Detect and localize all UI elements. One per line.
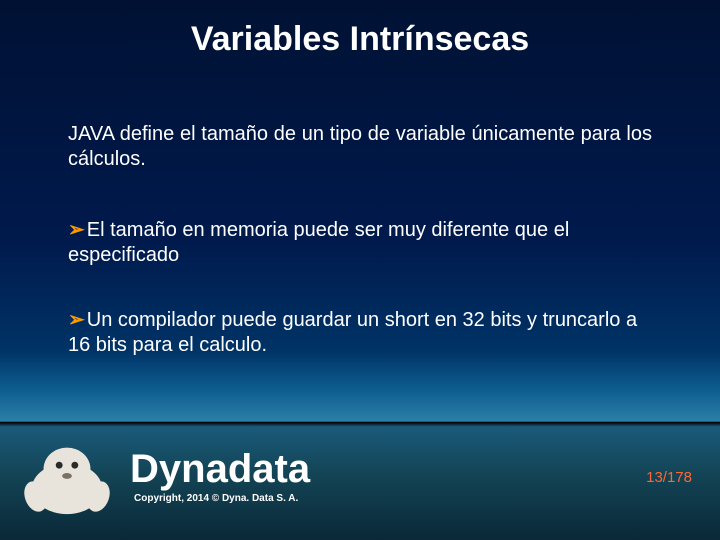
mascot-icon xyxy=(18,430,116,518)
bullet-item-1: ➢El tamaño en memoria puede ser muy dife… xyxy=(68,218,652,268)
bullet-arrow-icon: ➢ xyxy=(68,219,85,241)
slide: Variables Intrínsecas JAVA define el tam… xyxy=(0,0,720,540)
bullet-text-2: Un compilador puede guardar un short en … xyxy=(68,309,637,356)
logo-block: Dynadata Copyright, 2014 © Dyna. Data S.… xyxy=(130,449,310,504)
page-number: 13/178 xyxy=(646,469,692,486)
bullet-text-1: El tamaño en memoria puede ser muy difer… xyxy=(68,219,569,266)
intro-paragraph: JAVA define el tamaño de un tipo de vari… xyxy=(68,122,652,172)
bullet-arrow-icon: ➢ xyxy=(68,309,85,331)
slide-title: Variables Intrínsecas xyxy=(0,20,720,59)
copyright-text: Copyright, 2014 © Dyna. Data S. A. xyxy=(134,493,310,504)
logo-text: Dynadata xyxy=(130,449,310,489)
bullet-item-2: ➢Un compilador puede guardar un short en… xyxy=(68,308,652,358)
